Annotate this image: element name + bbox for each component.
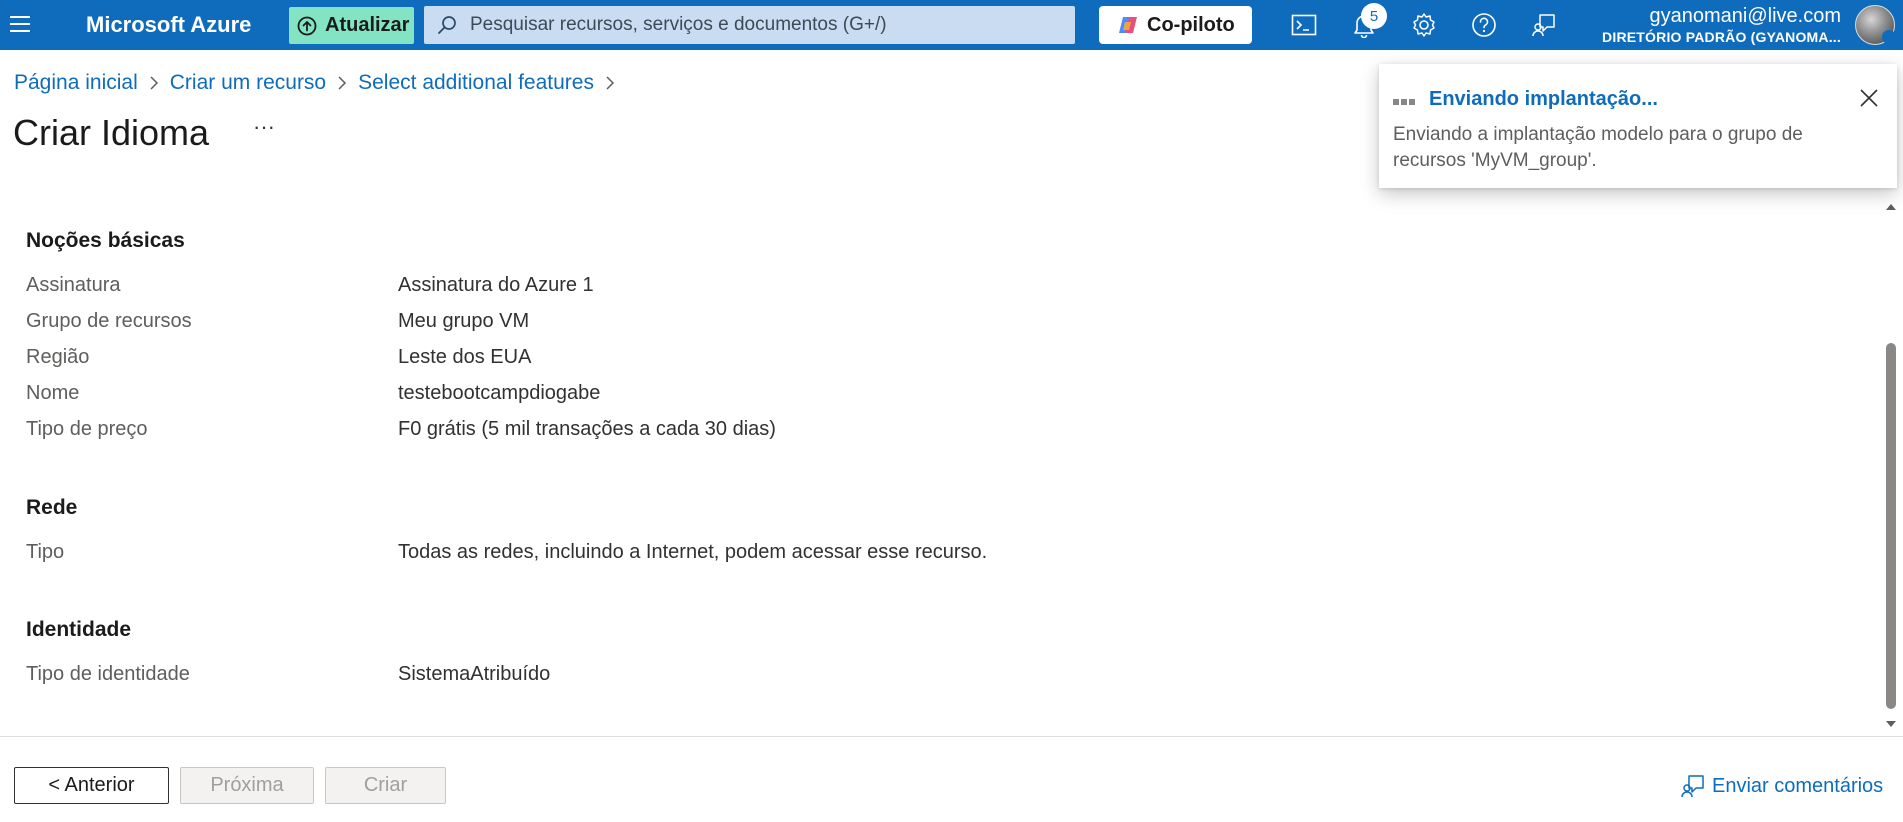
row-value: Leste dos EUA xyxy=(398,346,532,368)
scroll-up-arrow-icon[interactable] xyxy=(1884,200,1898,214)
notification-badge: 5 xyxy=(1361,3,1387,29)
feedback-icon xyxy=(1681,775,1704,798)
breadcrumb-home[interactable]: Página inicial xyxy=(14,71,138,95)
menu-icon[interactable] xyxy=(8,12,32,36)
previous-button[interactable]: < Anterior xyxy=(14,767,169,804)
copilot-button[interactable]: Co-piloto xyxy=(1099,6,1252,44)
arrow-up-circle-icon xyxy=(297,16,317,35)
notification-title[interactable]: Enviando implantação... xyxy=(1429,88,1658,111)
section-title-network: Rede xyxy=(26,496,78,519)
global-search[interactable] xyxy=(424,6,1075,44)
next-button[interactable]: Próxima xyxy=(180,767,314,804)
close-icon[interactable] xyxy=(1857,86,1881,110)
footer-divider xyxy=(0,736,1903,737)
account-directory: DIRETÓRIO PADRÃO (GYANOMA... xyxy=(1602,29,1841,45)
notification-body: Enviando a implantação modelo para o gru… xyxy=(1393,124,1803,171)
account-email: gyanomani@live.com xyxy=(1649,5,1842,27)
send-feedback-label: Enviar comentários xyxy=(1712,774,1884,797)
search-icon xyxy=(438,16,456,34)
top-bar: Microsoft Azure Atualizar Co-piloto xyxy=(0,0,1903,50)
row-label: Nome xyxy=(26,382,80,404)
row-label: Tipo xyxy=(26,541,65,563)
send-feedback-link[interactable]: Enviar comentários xyxy=(1680,773,1883,799)
row-label: Tipo de preço xyxy=(26,418,148,440)
row-label: Região xyxy=(26,346,90,368)
upgrade-label: Atualizar xyxy=(325,14,410,36)
breadcrumb: Página inicial Criar um recurso Select a… xyxy=(14,71,626,95)
more-options-button[interactable]: ··· xyxy=(250,116,278,142)
chevron-right-icon xyxy=(326,72,358,94)
scrollbar-thumb[interactable] xyxy=(1886,343,1896,709)
account-menu[interactable]: gyanomani@live.com DIRETÓRIO PADRÃO (GYA… xyxy=(1602,4,1841,46)
progress-dots-icon xyxy=(1393,99,1415,105)
scroll-down-arrow-icon[interactable] xyxy=(1884,717,1898,731)
section-title-identity: Identidade xyxy=(26,618,132,641)
row-value: Assinatura do Azure 1 xyxy=(398,274,594,296)
row-label: Grupo de recursos xyxy=(26,310,192,332)
upgrade-button[interactable]: Atualizar xyxy=(289,7,414,44)
row-value: F0 grátis (5 mil transações a cada 30 di… xyxy=(398,418,776,440)
deployment-notification[interactable]: Enviando implantação... Enviando a impla… xyxy=(1379,64,1897,188)
feedback-icon[interactable] xyxy=(1529,10,1559,40)
chevron-right-icon xyxy=(594,72,626,94)
breadcrumb-additional-features[interactable]: Select additional features xyxy=(358,71,594,95)
row-label: Assinatura xyxy=(26,274,121,296)
brand-name[interactable]: Microsoft Azure xyxy=(86,12,251,38)
chevron-right-icon xyxy=(138,72,170,94)
lock-icon xyxy=(1882,30,1896,44)
breadcrumb-create-resource[interactable]: Criar um recurso xyxy=(170,71,326,95)
row-value: testebootcampdiogabe xyxy=(398,382,601,404)
gear-icon[interactable] xyxy=(1409,10,1439,40)
row-value: Meu grupo VM xyxy=(398,310,530,332)
row-value: SistemaAtribuído xyxy=(398,663,551,685)
row-value: Todas as redes, incluindo a Internet, po… xyxy=(398,541,988,563)
search-input[interactable] xyxy=(470,14,1075,36)
create-button[interactable]: Criar xyxy=(325,767,446,804)
cloud-shell-icon[interactable] xyxy=(1289,10,1319,40)
page-title: Criar Idioma xyxy=(13,112,210,153)
help-icon[interactable] xyxy=(1469,10,1499,40)
row-label: Tipo de identidade xyxy=(26,663,190,685)
section-title-basics: Noções básicas xyxy=(26,229,185,252)
copilot-label: Co-piloto xyxy=(1147,13,1235,36)
copilot-icon xyxy=(1119,17,1137,33)
